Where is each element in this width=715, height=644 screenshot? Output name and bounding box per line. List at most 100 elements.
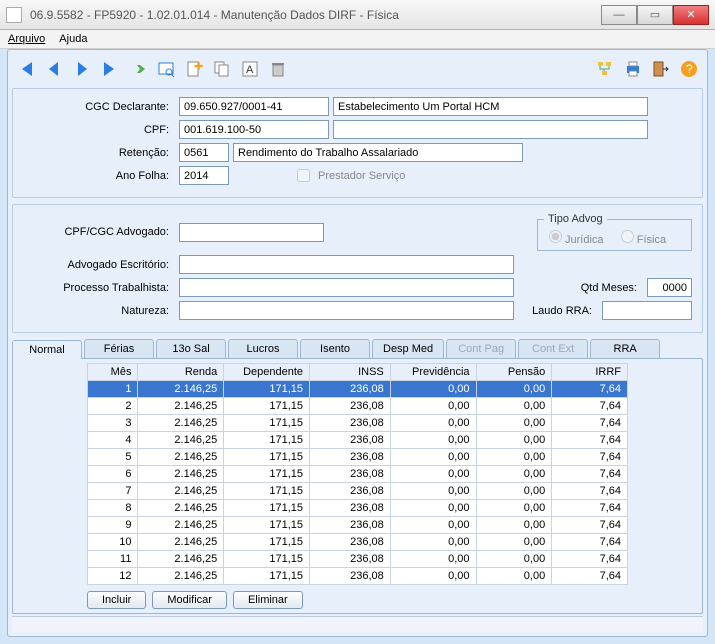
cell-pensao[interactable]: 0,00: [476, 551, 552, 568]
col-pensao[interactable]: Pensão: [476, 364, 552, 381]
eliminar-button[interactable]: Eliminar: [233, 591, 303, 609]
cell-inss[interactable]: 236,08: [310, 517, 391, 534]
cell-dep[interactable]: 171,15: [224, 432, 310, 449]
cell-renda[interactable]: 2.146,25: [138, 500, 224, 517]
cell-pensao[interactable]: 0,00: [476, 483, 552, 500]
proc-field[interactable]: [179, 278, 514, 297]
cell-dep[interactable]: 171,15: [224, 381, 310, 398]
minimize-button[interactable]: —: [601, 5, 637, 25]
cell-renda[interactable]: 2.146,25: [138, 432, 224, 449]
go-icon[interactable]: [125, 56, 151, 82]
table-row[interactable]: 92.146,25171,15236,080,000,007,64: [88, 517, 628, 534]
adv-escr-field[interactable]: [179, 255, 514, 274]
new-icon[interactable]: ✚: [181, 56, 207, 82]
copy-icon[interactable]: [209, 56, 235, 82]
exit-icon[interactable]: [648, 56, 674, 82]
cell-mes[interactable]: 6: [88, 466, 138, 483]
cell-irrf[interactable]: 7,64: [552, 466, 628, 483]
prev-record-icon[interactable]: [41, 56, 67, 82]
cell-prev[interactable]: 0,00: [390, 381, 476, 398]
search-icon[interactable]: [153, 56, 179, 82]
table-row[interactable]: 22.146,25171,15236,080,000,007,64: [88, 398, 628, 415]
cell-pensao[interactable]: 0,00: [476, 432, 552, 449]
close-button[interactable]: ✕: [673, 5, 709, 25]
cell-inss[interactable]: 236,08: [310, 432, 391, 449]
cell-inss[interactable]: 236,08: [310, 466, 391, 483]
cell-prev[interactable]: 0,00: [390, 568, 476, 585]
cell-pensao[interactable]: 0,00: [476, 568, 552, 585]
cell-renda[interactable]: 2.146,25: [138, 568, 224, 585]
col-inss[interactable]: INSS: [310, 364, 391, 381]
cell-irrf[interactable]: 7,64: [552, 534, 628, 551]
data-grid[interactable]: Mês Renda Dependente INSS Previdência Pe…: [87, 363, 628, 585]
tab-13o-sal[interactable]: 13o Sal: [156, 339, 226, 358]
cell-dep[interactable]: 171,15: [224, 415, 310, 432]
natureza-field[interactable]: [179, 301, 514, 320]
cell-irrf[interactable]: 7,64: [552, 398, 628, 415]
cell-dep[interactable]: 171,15: [224, 500, 310, 517]
col-mes[interactable]: Mês: [88, 364, 138, 381]
next-record-icon[interactable]: [69, 56, 95, 82]
cgc-field[interactable]: [179, 97, 329, 116]
col-irrf[interactable]: IRRF: [552, 364, 628, 381]
cpfcgc-adv-field[interactable]: [179, 223, 324, 242]
cell-inss[interactable]: 236,08: [310, 381, 391, 398]
first-record-icon[interactable]: [13, 56, 39, 82]
incluir-button[interactable]: Incluir: [87, 591, 146, 609]
cell-dep[interactable]: 171,15: [224, 483, 310, 500]
cell-mes[interactable]: 7: [88, 483, 138, 500]
cell-renda[interactable]: 2.146,25: [138, 534, 224, 551]
delete-icon[interactable]: [265, 56, 291, 82]
cpf-nome-field[interactable]: [333, 120, 648, 139]
cell-inss[interactable]: 236,08: [310, 398, 391, 415]
cell-irrf[interactable]: 7,64: [552, 551, 628, 568]
help-icon[interactable]: ?: [676, 56, 702, 82]
cell-dep[interactable]: 171,15: [224, 517, 310, 534]
tab-rra[interactable]: RRA: [590, 339, 660, 358]
cell-renda[interactable]: 2.146,25: [138, 483, 224, 500]
qtd-meses-field[interactable]: [647, 278, 692, 297]
tab-desp-med[interactable]: Desp Med: [372, 339, 444, 358]
table-row[interactable]: 82.146,25171,15236,080,000,007,64: [88, 500, 628, 517]
modificar-button[interactable]: Modificar: [152, 591, 227, 609]
cell-renda[interactable]: 2.146,25: [138, 517, 224, 534]
cell-inss[interactable]: 236,08: [310, 449, 391, 466]
menu-ajuda[interactable]: Ajuda: [59, 33, 87, 45]
tab-lucros[interactable]: Lucros: [228, 339, 298, 358]
cell-pensao[interactable]: 0,00: [476, 500, 552, 517]
table-row[interactable]: 72.146,25171,15236,080,000,007,64: [88, 483, 628, 500]
cpf-field[interactable]: [179, 120, 329, 139]
table-row[interactable]: 122.146,25171,15236,080,000,007,64: [88, 568, 628, 585]
cell-mes[interactable]: 2: [88, 398, 138, 415]
tab-normal[interactable]: Normal: [12, 340, 82, 359]
cell-prev[interactable]: 0,00: [390, 534, 476, 551]
cell-pensao[interactable]: 0,00: [476, 534, 552, 551]
cell-mes[interactable]: 12: [88, 568, 138, 585]
cell-prev[interactable]: 0,00: [390, 551, 476, 568]
table-row[interactable]: 12.146,25171,15236,080,000,007,64: [88, 381, 628, 398]
table-row[interactable]: 62.146,25171,15236,080,000,007,64: [88, 466, 628, 483]
ano-field[interactable]: [179, 166, 229, 185]
col-dependente[interactable]: Dependente: [224, 364, 310, 381]
cell-prev[interactable]: 0,00: [390, 517, 476, 534]
cell-mes[interactable]: 10: [88, 534, 138, 551]
cell-mes[interactable]: 3: [88, 415, 138, 432]
cell-irrf[interactable]: 7,64: [552, 500, 628, 517]
menu-arquivo[interactable]: Arquivo: [8, 33, 45, 45]
tree-icon[interactable]: [592, 56, 618, 82]
cell-irrf[interactable]: 7,64: [552, 483, 628, 500]
cell-renda[interactable]: 2.146,25: [138, 466, 224, 483]
cell-pensao[interactable]: 0,00: [476, 398, 552, 415]
cell-pensao[interactable]: 0,00: [476, 449, 552, 466]
cell-irrf[interactable]: 7,64: [552, 517, 628, 534]
cell-prev[interactable]: 0,00: [390, 432, 476, 449]
cell-pensao[interactable]: 0,00: [476, 466, 552, 483]
cell-mes[interactable]: 5: [88, 449, 138, 466]
cell-mes[interactable]: 9: [88, 517, 138, 534]
cell-prev[interactable]: 0,00: [390, 483, 476, 500]
cell-dep[interactable]: 171,15: [224, 398, 310, 415]
cell-prev[interactable]: 0,00: [390, 449, 476, 466]
cell-irrf[interactable]: 7,64: [552, 415, 628, 432]
cell-mes[interactable]: 1: [88, 381, 138, 398]
cell-renda[interactable]: 2.146,25: [138, 381, 224, 398]
